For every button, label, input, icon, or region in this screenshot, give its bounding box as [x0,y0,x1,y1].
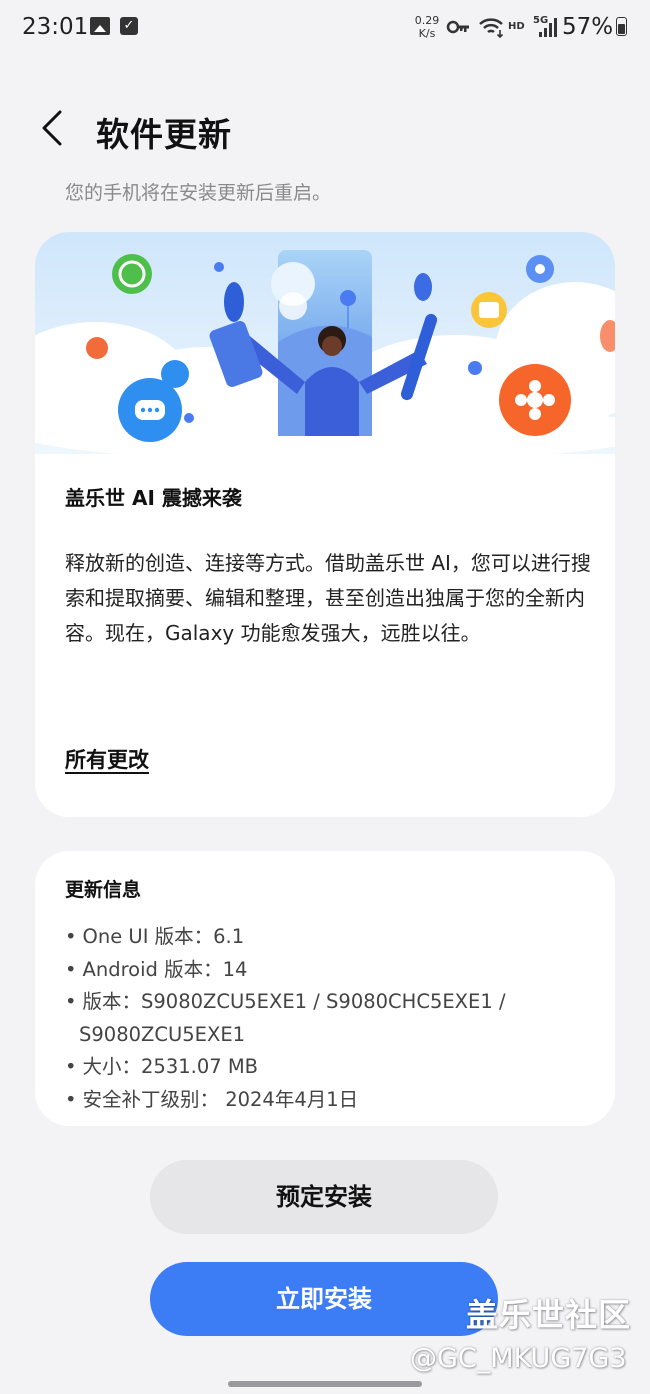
info-item-text: 大小：2531.07 MB [82,1055,259,1078]
check-icon: ✓ [120,17,138,35]
battery-percent: 57% [562,14,614,40]
status-bar: 23:01 ✓ 0.29 K/s HD 5G 57% [0,0,650,56]
back-button[interactable] [30,104,78,152]
status-time: 23:01 [22,14,89,40]
page-subtitle: 您的手机将在安装更新后重启。 [65,182,332,204]
network-speed-value: 0.29 [414,14,440,27]
info-item-android: • Android 版本：14 [65,957,248,981]
hero-description: 释放新的创造、连接等方式。借助盖乐世 AI，您可以进行搜索和提取摘要、编辑和整理… [65,551,591,645]
update-info-card: 更新信息 • One UI 版本：6.1 • Android 版本：14 • 版本：S… [35,851,615,1126]
install-now-button[interactable]: 立即安装 [150,1262,498,1336]
update-feature-card: 盖乐世 AI 震撼来袭 释放新的创造、连接等方式。借助盖乐世 AI，您可以进行搜… [35,232,615,817]
hero-illustration [35,232,615,454]
info-item-size: • 大小：2531.07 MB [65,1055,259,1078]
info-item-oneui: • One UI 版本：6.1 [65,925,245,948]
watermark-title: 盖乐世社区 [466,1296,632,1334]
all-changes-link[interactable]: 所有更改 [65,744,149,774]
info-item-text: Android 版本：14 [82,957,248,981]
watermark-handle: @GC_MKUG7G3 [410,1343,627,1374]
battery-icon [616,17,627,36]
back-arrow-icon [42,110,62,146]
signal-icon [539,18,557,37]
update-info-title: 更新信息 [65,879,142,901]
page-title: 软件更新 [96,115,232,154]
schedule-install-button[interactable]: 预定安装 [150,1160,498,1234]
info-item-text: One UI 版本：6.1 [82,925,245,948]
hero-title: 盖乐世 AI 震撼来袭 [65,486,242,510]
info-item-version: • 版本：S9080ZCU5EXE1 / S9080CHC5EXE1 / S908… [65,990,506,1046]
network-speed-unit: K/s [418,27,436,40]
home-indicator[interactable] [228,1381,422,1387]
info-item-security-patch: • 安全补丁级别： 2024年4月1日 [65,1087,359,1111]
network-speed: 0.29 K/s [408,14,446,40]
info-item-text: 版本：S9080ZCU5EXE1 / S9080CHC5EXE1 / S9080… [79,990,506,1046]
update-info-list: • One UI 版本：6.1 • Android 版本：14 • 版本：S9080Z… [65,921,595,1116]
wifi-icon [479,18,504,38]
hd-label: HD [508,21,525,32]
image-icon [90,17,110,35]
info-item-text: 安全补丁级别： 2024年4月1日 [82,1087,359,1111]
key-icon [446,20,469,34]
